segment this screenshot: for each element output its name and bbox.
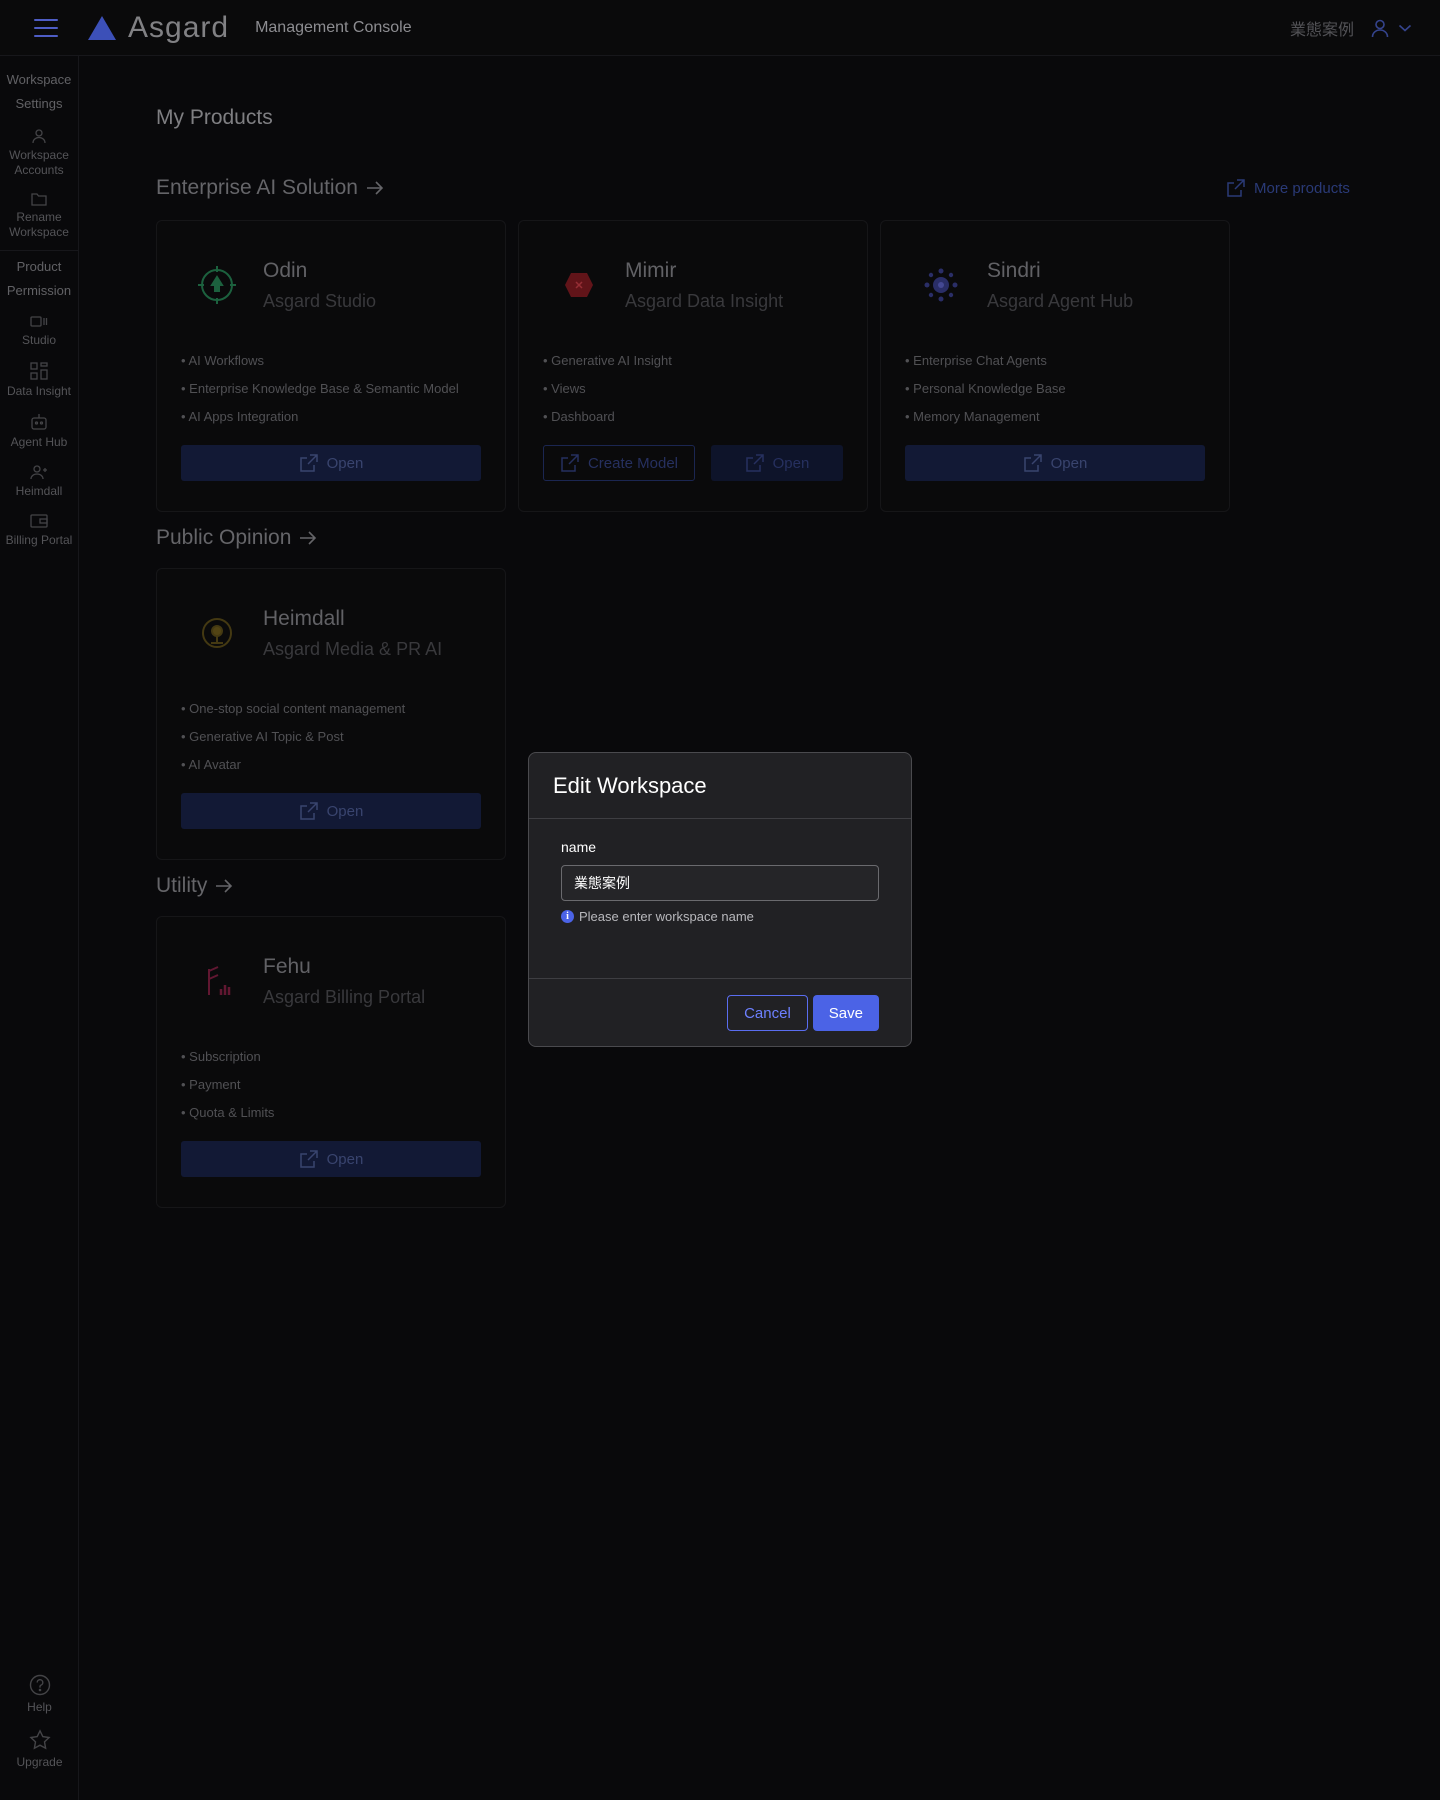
workspace-name-label: name bbox=[561, 839, 597, 855]
cancel-button[interactable]: Cancel bbox=[727, 995, 808, 1031]
field-hint: i Please enter workspace name bbox=[561, 909, 879, 924]
save-button[interactable]: Save bbox=[812, 995, 879, 1031]
edit-workspace-dialog: Edit Workspace name i Please enter works… bbox=[528, 752, 912, 1047]
dialog-footer: Cancel Save bbox=[529, 979, 911, 1031]
dialog-header: Edit Workspace bbox=[529, 753, 911, 819]
workspace-name-input[interactable] bbox=[561, 865, 879, 901]
dialog-title: Edit Workspace bbox=[553, 772, 707, 798]
hint-text: Please enter workspace name bbox=[579, 909, 754, 924]
dialog-body: name i Please enter workspace name bbox=[529, 819, 911, 979]
info-icon: i bbox=[561, 910, 574, 923]
